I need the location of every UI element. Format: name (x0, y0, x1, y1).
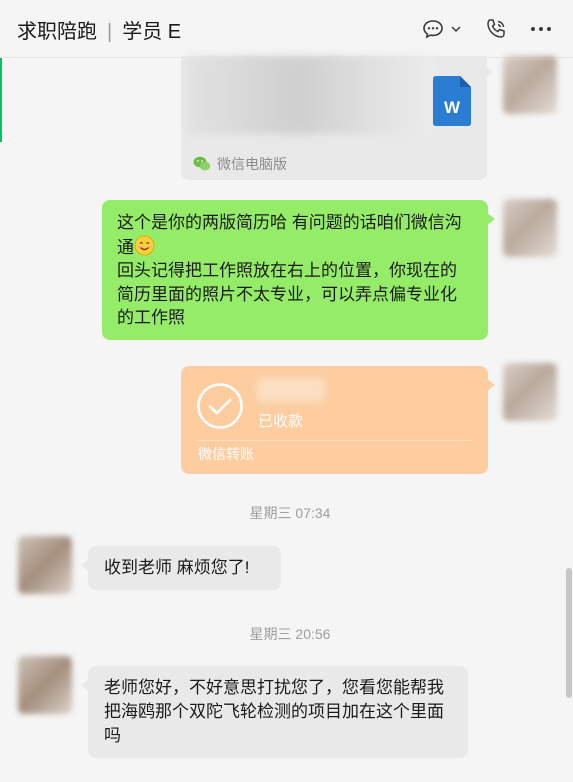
word-document-icon: W (433, 76, 471, 126)
message-line: 老师您好，不好意思打扰您了，您看您能帮我 (104, 678, 444, 697)
message-line: 简历里面的照片不太专业，可以弄点偏专业化 (117, 284, 457, 304)
chevron-down-icon (451, 26, 461, 33)
chat-options-button[interactable] (422, 17, 462, 41)
check-circle-icon (197, 383, 243, 429)
avatar[interactable] (503, 56, 557, 114)
more-options-button[interactable] (530, 17, 552, 41)
transfer-status: 已收款 (258, 413, 304, 430)
transfer-card[interactable]: 已收款 微信转账 (181, 366, 495, 474)
avatar[interactable] (18, 536, 72, 594)
transfer-label: 微信转账 (198, 446, 254, 462)
message-line: 这个是你的两版简历哈 有问题的话咱们微信沟 (117, 213, 462, 232)
selection-accent (0, 58, 2, 142)
sent-message-bubble[interactable]: 这个是你的两版简历哈 有问题的话咱们微信沟 通 回头记得把工作照放在右上的位置，… (102, 200, 495, 340)
chat-header: 求职陪跑 | 学员 E (0, 0, 573, 58)
received-message-bubble[interactable]: 老师您好，不好意思打扰您了，您看您能帮我 把海鸥那个双陀飞轮检测的项目加在这个里… (81, 666, 468, 758)
message-line: 把海鸥那个双陀飞轮检测的项目加在这个里面 (104, 702, 444, 721)
message-line: 收到老师 麻烦您了! (104, 558, 250, 577)
avatar[interactable] (18, 656, 72, 714)
call-button[interactable] (484, 17, 508, 41)
member-name: 学员 E (122, 21, 182, 43)
smiling-face-icon (134, 235, 155, 255)
avatar[interactable] (503, 199, 557, 257)
chat-title[interactable]: 求职陪跑 | 学员 E (17, 15, 181, 44)
title-separator: | (107, 21, 113, 43)
file-source-label: 微信电脑版 (217, 156, 287, 172)
chat-name: 求职陪跑 (17, 21, 97, 43)
wechat-logo-icon (193, 156, 211, 171)
chat-scrollbar[interactable] (566, 568, 572, 698)
chat-bubble-icon (423, 20, 443, 39)
file-source: 微信电脑版 (193, 154, 287, 174)
message-line-text: 通 (117, 237, 134, 257)
file-message-card[interactable]: W 微信电脑版 (181, 56, 493, 180)
more-options-icon (531, 27, 551, 31)
file-name-blurred (187, 56, 435, 134)
svg-text:W: W (444, 98, 461, 117)
received-message-bubble[interactable]: 收到老师 麻烦您了! (81, 546, 281, 590)
transfer-divider (196, 440, 473, 441)
message-timestamp: 星期三 20:56 (249, 626, 331, 642)
transfer-amount-blurred (257, 378, 325, 402)
phone-call-icon (487, 19, 505, 38)
message-line: 回头记得把工作照放在右上的位置，你现在的 (117, 261, 457, 280)
message-timestamp: 星期三 07:34 (249, 505, 331, 521)
message-line: 吗 (104, 726, 121, 745)
avatar[interactable] (503, 363, 557, 421)
message-line: 的工作照 (117, 308, 185, 327)
message-line: 通 (117, 235, 476, 260)
